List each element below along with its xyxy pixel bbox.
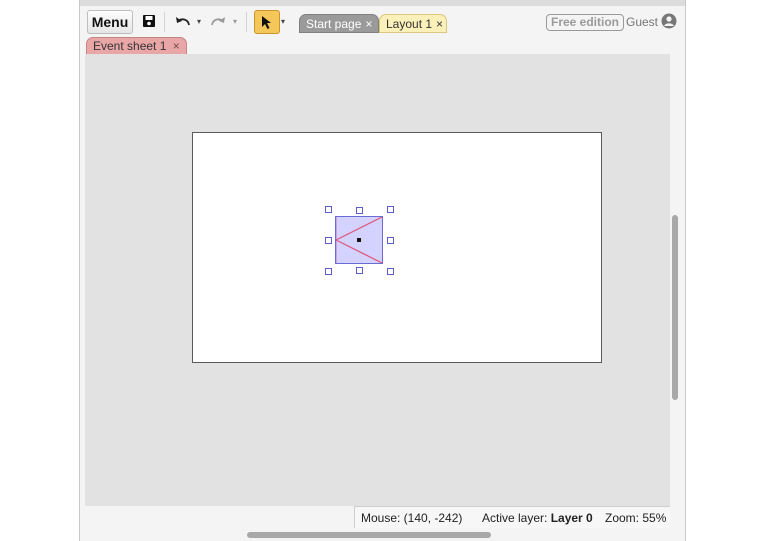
resize-handle-bottom[interactable] [356, 267, 363, 274]
close-icon[interactable]: × [173, 39, 180, 53]
free-edition-badge[interactable]: Free edition [546, 14, 625, 31]
close-icon[interactable]: × [365, 17, 372, 31]
resize-handle-top-right[interactable] [387, 206, 394, 213]
active-layer-label: Active layer: Layer 0 [482, 507, 593, 529]
select-tool-button[interactable] [254, 10, 280, 34]
zoom-readout: Zoom: 55% [605, 511, 667, 525]
undo-icon[interactable] [173, 11, 193, 31]
status-bar: Mouse: (140, -242) Active layer: Layer 0… [354, 506, 670, 529]
tab-label: Event sheet 1 [93, 39, 167, 53]
mouse-position-readout: Mouse: (140, -242) [361, 511, 463, 525]
redo-dropdown[interactable]: ▾ [233, 17, 237, 26]
origin-point [357, 238, 361, 242]
user-name-label[interactable]: Guest [626, 14, 658, 30]
close-icon[interactable]: × [436, 17, 443, 31]
tab-layout-1[interactable]: Layout 1 × [379, 14, 447, 33]
resize-handle-left[interactable] [325, 237, 332, 244]
main-toolbar: Menu ▾ ▾ ▾ Start page × Layout 1 × Free … [80, 6, 685, 36]
select-tool-dropdown[interactable]: ▾ [281, 17, 285, 26]
resize-handle-bottom-left[interactable] [325, 268, 332, 275]
resize-handle-top[interactable] [356, 207, 363, 214]
redo-icon[interactable] [208, 11, 228, 31]
editor-window: Menu ▾ ▾ ▾ Start page × Layout 1 × Free … [79, 0, 686, 541]
tab-label: Layout 1 [386, 17, 433, 31]
resize-handle-right[interactable] [387, 237, 394, 244]
undo-dropdown[interactable]: ▾ [197, 17, 201, 26]
active-layer-prefix: Active layer: [482, 511, 551, 525]
vertical-scrollbar[interactable] [672, 215, 678, 400]
resize-handle-bottom-right[interactable] [387, 268, 394, 275]
layout-area[interactable] [192, 132, 602, 363]
toolbar-divider [164, 12, 165, 32]
tab-start-page[interactable]: Start page × [299, 14, 379, 33]
cursor-arrow-icon [262, 15, 271, 29]
save-icon[interactable] [140, 11, 158, 31]
active-layer-value: Layer 0 [550, 511, 593, 525]
resize-handle-top-left[interactable] [325, 206, 332, 213]
tab-label: Start page [306, 17, 362, 31]
secondary-tab-bar: Event sheet 1 × [80, 36, 685, 56]
user-circle-icon[interactable] [661, 13, 677, 32]
horizontal-scrollbar[interactable] [247, 532, 491, 538]
menu-button[interactable]: Menu [87, 10, 133, 34]
toolbar-divider [246, 12, 247, 32]
